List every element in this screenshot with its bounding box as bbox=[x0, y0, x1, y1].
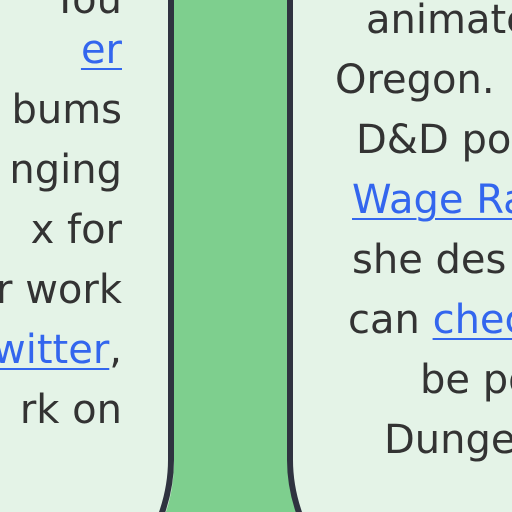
left-text-column: You er bums nging x for r work witter, r… bbox=[0, 0, 122, 512]
left-line-3: bums bbox=[11, 87, 122, 133]
left-line-4: nging bbox=[9, 147, 122, 193]
left-line-6: r work bbox=[0, 267, 122, 313]
twitter-link[interactable]: witter bbox=[0, 327, 109, 373]
left-line-5: x for bbox=[30, 207, 122, 253]
right-line-6: can chec bbox=[348, 290, 512, 350]
right-line-7: be po bbox=[420, 357, 512, 403]
right-line-4: Wage Ra bbox=[352, 170, 512, 230]
left-link-1[interactable]: er bbox=[81, 27, 122, 73]
left-line-2: er bbox=[81, 20, 122, 80]
right-line-1: animate bbox=[366, 0, 512, 43]
right-line-2: Oregon. bbox=[335, 57, 495, 103]
right-line-5: she des bbox=[352, 237, 507, 283]
left-line-7: witter, bbox=[0, 320, 122, 380]
wage-link[interactable]: Wage Ra bbox=[352, 177, 512, 223]
right-line-3: D&D po bbox=[356, 117, 512, 163]
check-link[interactable]: chec bbox=[433, 297, 512, 343]
right-line-8: Dunge bbox=[384, 417, 512, 463]
left-line-8: rk on bbox=[19, 387, 122, 433]
right-text-column: animate Oregon. D&D po Wage Ra she des c… bbox=[330, 0, 512, 512]
